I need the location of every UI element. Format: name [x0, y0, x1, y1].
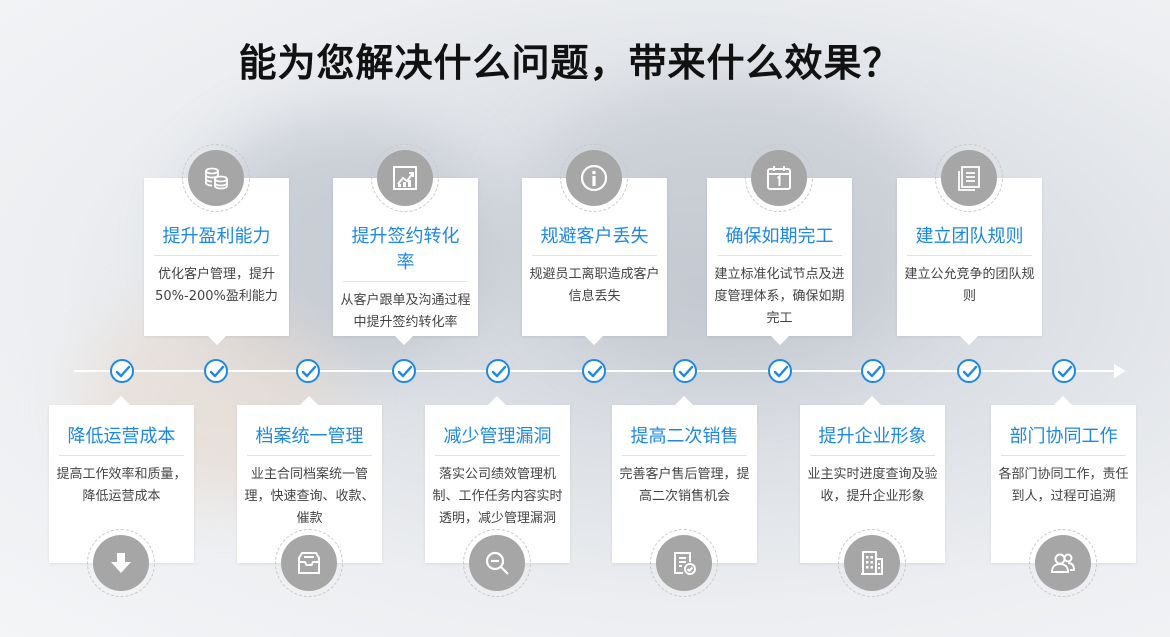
building-icon — [861, 551, 883, 575]
icon-ring — [87, 529, 155, 597]
card-description: 提高工作效率和质量，降低运营成本 — [56, 467, 187, 504]
search-minus-icon — [485, 551, 509, 575]
benefit-card: 规避客户丢失 规避员工离职造成客户信息丢失 — [522, 144, 667, 345]
card-title: 提升企业形象 — [810, 422, 935, 456]
benefit-card: 建立团队规则 建立公允竞争的团队规则 — [897, 144, 1042, 345]
card-title: 提升盈利能力 — [154, 222, 279, 256]
card-pointer — [675, 396, 693, 405]
icon-ring — [275, 529, 343, 597]
benefit-card: 确保如期完工 建立标准化试节点及进度管理体系，确保如期完工 — [707, 144, 852, 345]
document-check-icon — [674, 552, 696, 575]
check-icon — [861, 359, 885, 383]
icon-ring — [371, 144, 439, 212]
documents-icon — [958, 166, 980, 191]
icon-ring — [1029, 529, 1097, 597]
card-description: 各部门协同工作，责任到人，过程可追溯 — [998, 467, 1129, 504]
timeline-arrow-icon — [1114, 364, 1126, 378]
card-description: 业主合同档案统一管理，快速查询、收款、催款 — [244, 467, 375, 526]
card-title: 降低运营成本 — [59, 422, 184, 456]
card-pointer — [300, 396, 318, 405]
calendar-icon — [767, 166, 791, 190]
page-title: 能为您解决什么问题，带来什么效果？ — [238, 41, 902, 85]
card-pointer — [395, 336, 413, 345]
inbox-icon — [298, 552, 320, 574]
benefit-card: 档案统一管理 业主合同档案统一管理，快速查询、收款、催款 — [237, 396, 382, 597]
icon-ring — [560, 144, 628, 212]
chart-up-icon — [393, 166, 417, 190]
check-icon — [582, 359, 606, 383]
card-title: 减少管理漏洞 — [435, 422, 560, 456]
card-description: 从客户跟单及沟通过程中提升签约转化率 — [340, 293, 471, 330]
card-description: 完善客户售后管理，提高二次销售机会 — [619, 467, 750, 504]
coins-icon — [205, 167, 228, 190]
card-title: 提升签约转化率 — [343, 222, 468, 282]
card-pointer — [488, 396, 506, 405]
users-icon — [1051, 553, 1075, 573]
arrow-down-icon — [111, 553, 131, 573]
benefit-card: 降低运营成本 提高工作效率和质量，降低运营成本 — [49, 396, 194, 597]
card-description: 落实公司绩效管理机制、工作任务内容实时透明，减少管理漏洞 — [432, 467, 563, 526]
check-icon — [673, 359, 697, 383]
card-title: 规避客户丢失 — [532, 222, 657, 256]
check-icon — [1052, 359, 1076, 383]
card-description: 建立公允竞争的团队规则 — [904, 267, 1035, 304]
card-pointer — [771, 336, 789, 345]
check-icon — [957, 359, 981, 383]
benefit-card: 提升盈利能力 优化客户管理，提升50%-200%盈利能力 — [144, 144, 289, 345]
icon-ring — [745, 144, 813, 212]
card-title: 建立团队规则 — [907, 222, 1032, 256]
card-description: 优化客户管理，提升50%-200%盈利能力 — [155, 267, 278, 304]
check-icon — [204, 359, 228, 383]
icon-ring — [838, 529, 906, 597]
card-pointer — [863, 396, 881, 405]
check-icon — [392, 359, 416, 383]
check-icon — [768, 359, 792, 383]
card-pointer — [112, 396, 130, 405]
card-title: 提高二次销售 — [622, 422, 747, 456]
card-description: 规避员工离职造成客户信息丢失 — [529, 267, 660, 304]
card-pointer — [1054, 396, 1072, 405]
card-title: 部门协同工作 — [1001, 422, 1126, 456]
benefit-card: 减少管理漏洞 落实公司绩效管理机制、工作任务内容实时透明，减少管理漏洞 — [425, 396, 570, 597]
info-icon — [580, 164, 608, 192]
benefit-card: 部门协同工作 各部门协同工作，责任到人，过程可追溯 — [991, 396, 1136, 597]
card-description: 业主实时进度查询及验收，提升企业形象 — [807, 467, 938, 504]
icon-ring — [463, 529, 531, 597]
check-icon — [110, 359, 134, 383]
check-icon — [296, 359, 320, 383]
benefit-card: 提高二次销售 完善客户售后管理，提高二次销售机会 — [612, 396, 757, 597]
icon-ring — [182, 144, 250, 212]
icon-ring — [650, 529, 718, 597]
card-pointer — [208, 336, 226, 345]
card-title: 档案统一管理 — [247, 422, 372, 456]
card-pointer — [585, 336, 603, 345]
icon-ring — [935, 144, 1003, 212]
card-title: 确保如期完工 — [717, 222, 842, 256]
benefit-card: 提升签约转化率 从客户跟单及沟通过程中提升签约转化率 — [333, 144, 478, 345]
card-pointer — [960, 336, 978, 345]
check-icon — [486, 359, 510, 383]
card-description: 建立标准化试节点及进度管理体系，确保如期完工 — [714, 267, 845, 326]
benefit-card: 提升企业形象 业主实时进度查询及验收，提升企业形象 — [800, 396, 945, 597]
